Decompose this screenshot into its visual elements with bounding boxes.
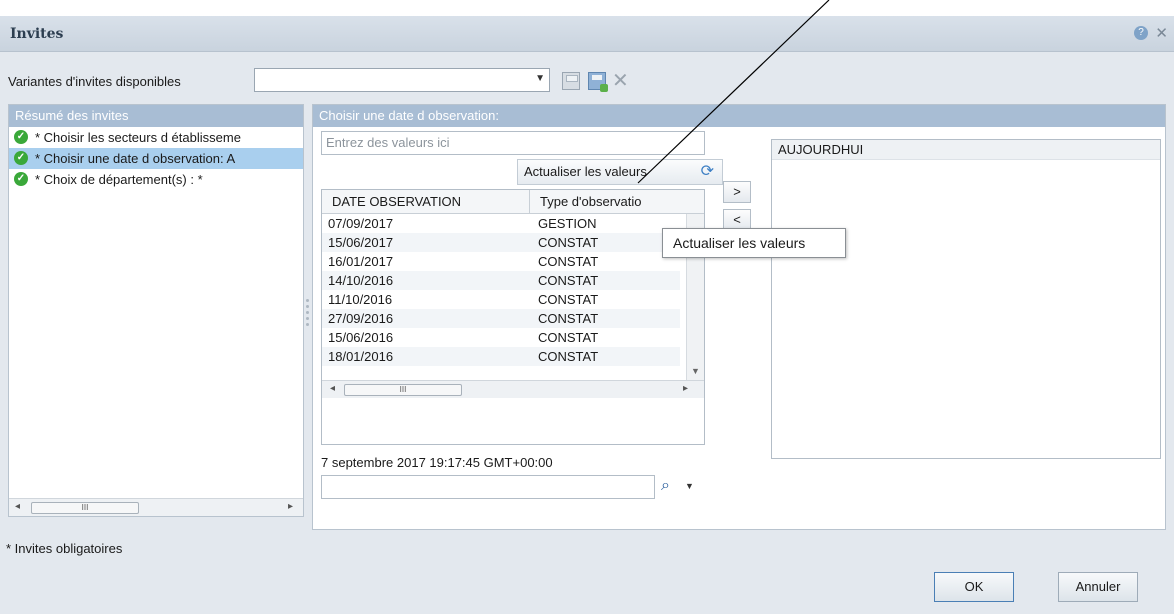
value-entry-input[interactable]: Entrez des valeurs ici <box>321 131 705 155</box>
column-header-date[interactable]: DATE OBSERVATION <box>322 190 530 214</box>
dialog-title: Invites <box>10 26 64 42</box>
summary-item-sectors[interactable]: ✓ * Choisir les secteurs d établisseme <box>9 127 303 148</box>
refresh-icon: ⟳ <box>700 163 714 180</box>
prompt-header: Choisir une date d observation: <box>313 105 1165 127</box>
summary-item-departments[interactable]: ✓ * Choix de département(s) : * <box>9 169 303 190</box>
refresh-tooltip: Actualiser les valeurs <box>662 228 846 258</box>
scroll-left-icon[interactable]: ◂ <box>330 383 335 394</box>
cancel-button[interactable]: Annuler <box>1058 572 1138 602</box>
table-rows: 07/09/2017 GESTION 15/06/2017 CONSTAT 16/0… <box>322 214 680 366</box>
summary-horizontal-scrollbar[interactable]: ◂ III ▸ <box>9 498 303 516</box>
scroll-right-icon[interactable]: ▸ <box>288 501 293 512</box>
last-refresh-timestamp: 7 septembre 2017 19:17:45 GMT+00:00 <box>321 455 553 470</box>
scroll-down-icon[interactable]: ▼ <box>691 366 700 376</box>
summary-item-label: * Choisir une date d observation: A <box>35 151 236 166</box>
variants-label: Variantes d'invites disponibles <box>8 74 181 89</box>
save-icon[interactable] <box>562 72 580 90</box>
summary-item-label: * Choix de département(s) : * <box>35 172 203 187</box>
summary-panel: Résumé des invites ✓ * Choisir les secte… <box>8 104 304 517</box>
add-value-button[interactable]: > <box>723 181 751 203</box>
help-icon[interactable]: ? <box>1134 26 1148 40</box>
search-options-chevron-icon[interactable]: ▼ <box>685 481 694 491</box>
table-row[interactable]: 07/09/2017 GESTION <box>322 214 680 233</box>
refresh-label: Actualiser les valeurs <box>524 164 647 179</box>
dropdown-arrow-icon[interactable]: ▼ <box>535 73 545 84</box>
scroll-right-icon[interactable]: ▸ <box>683 383 688 394</box>
check-icon: ✓ <box>14 151 28 165</box>
summary-item-label: * Choisir les secteurs d établisseme <box>35 130 241 145</box>
prompt-panel: Choisir une date d observation: Entrez d… <box>312 104 1166 530</box>
search-input[interactable] <box>321 475 655 499</box>
ok-button[interactable]: OK <box>934 572 1014 602</box>
scroll-thumb[interactable]: III <box>344 384 462 396</box>
variants-select[interactable]: ▼ <box>254 68 550 92</box>
selected-value-item[interactable]: AUJOURDHUI <box>772 140 1160 160</box>
delete-icon[interactable]: ✕ <box>612 71 630 91</box>
table-row[interactable]: 15/06/2016 CONSTAT <box>322 328 680 347</box>
summary-item-observation-date[interactable]: ✓ * Choisir une date d observation: A <box>9 148 303 169</box>
scroll-thumb[interactable]: III <box>31 502 139 514</box>
table-row[interactable]: 18/01/2016 CONSTAT <box>322 347 680 366</box>
check-icon: ✓ <box>14 130 28 144</box>
values-table: DATE OBSERVATION Type d'observatio 07/09… <box>321 189 705 445</box>
table-row[interactable]: 15/06/2017 CONSTAT <box>322 233 680 252</box>
table-row[interactable]: 16/01/2017 CONSTAT <box>322 252 680 271</box>
panel-splitter[interactable] <box>306 296 310 346</box>
check-icon: ✓ <box>14 172 28 186</box>
save-as-icon[interactable] <box>588 72 608 92</box>
selected-values-list: AUJOURDHUI <box>771 139 1161 459</box>
dialog-titlebar: Invites ? ✕ <box>0 16 1174 52</box>
table-horizontal-scrollbar[interactable]: ◂ III ▸ <box>322 380 704 398</box>
close-icon[interactable]: ✕ <box>1155 24 1168 42</box>
table-row[interactable]: 11/10/2016 CONSTAT <box>322 290 680 309</box>
table-row[interactable]: 14/10/2016 CONSTAT <box>322 271 680 290</box>
summary-header: Résumé des invites <box>9 105 303 127</box>
table-row[interactable]: 27/09/2016 CONSTAT <box>322 309 680 328</box>
column-header-type[interactable]: Type d'observatio <box>530 190 680 214</box>
table-header: DATE OBSERVATION Type d'observatio <box>322 190 704 214</box>
scroll-left-icon[interactable]: ◂ <box>15 501 20 512</box>
refresh-values-button[interactable]: Actualiser les valeurs ⟳ <box>517 159 723 185</box>
binoculars-search-icon[interactable]: ⌕ <box>661 477 670 495</box>
mandatory-prompts-note: * Invites obligatoires <box>6 541 123 556</box>
